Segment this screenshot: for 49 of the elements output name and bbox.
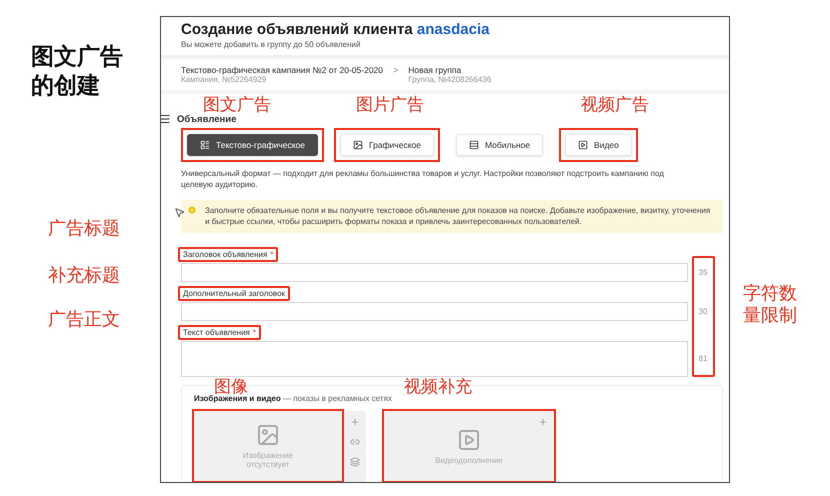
- breadcrumb-link[interactable]: Новая группа: [408, 65, 492, 75]
- input-field[interactable]: [181, 302, 688, 321]
- add-icon[interactable]: [350, 417, 360, 427]
- image-icon: [352, 140, 363, 150]
- add-icon[interactable]: [538, 417, 548, 427]
- breadcrumb-meta: Группа, №4208266436: [408, 75, 492, 84]
- ad-type-tab[interactable]: Мобильное: [456, 134, 544, 156]
- format-description: Универсальный формат — подходит для рекламы большинства товаров и услуг. Настройки позволяют подстроить кампанию под целевую аудиторию.: [181, 168, 665, 190]
- media-title: Изображения и видео — показы в рекламных сетях: [194, 394, 393, 403]
- play-icon: [457, 428, 481, 452]
- link-icon[interactable]: [350, 437, 360, 447]
- list-icon: [200, 140, 210, 150]
- image-icon: [256, 423, 280, 447]
- annotation-label: 广告标题: [48, 218, 120, 240]
- ad-type-tab[interactable]: Текстово-графическое: [187, 134, 318, 156]
- rows-icon: [468, 140, 479, 150]
- field-label: Заголовок объявления *: [178, 247, 278, 262]
- notice-text: Заполните обязательные поля и вы получите текстовое объявление для показов на поиске. Добавьте изображение, визитку, уточнения и быстрые ссылки, чтобы расширить форматы показа и привлечь заинтересованных пользователей.: [205, 205, 712, 227]
- annotation-label: 补充标题: [48, 265, 120, 287]
- section-title: Объявление: [177, 114, 236, 124]
- annotation-label: 字符数量限制: [743, 283, 798, 326]
- annotation-label: 视频广告: [581, 96, 650, 113]
- breadcrumb-separator: >: [393, 65, 398, 75]
- ad-type-tab[interactable]: Графическое: [340, 134, 434, 156]
- char-counter: 81: [698, 354, 708, 363]
- card-caption: Изображение отсутствует: [242, 451, 294, 469]
- annotation-label: 视频补充: [404, 378, 472, 395]
- field-label: Текст объявления *: [178, 325, 261, 340]
- ad-type-tab[interactable]: Видео: [565, 134, 632, 156]
- char-counter: 35: [698, 268, 708, 276]
- layers-icon[interactable]: [350, 457, 360, 467]
- info-icon: [187, 205, 197, 215]
- card-caption: Видеодополнение: [434, 456, 504, 464]
- text-area[interactable]: [181, 341, 688, 377]
- annotation-label: 图像: [214, 378, 248, 395]
- play-icon: [578, 140, 588, 150]
- annotation-label: 图片广告: [356, 96, 424, 113]
- char-counter: 30: [698, 306, 708, 316]
- cursor-icon: [174, 207, 185, 218]
- page-title: Создание объявлений клиента anasdacia: [181, 20, 490, 40]
- menu-icon[interactable]: [161, 113, 171, 125]
- input-field[interactable]: [181, 263, 688, 282]
- annotation-label: 图文广告: [203, 96, 271, 113]
- field-label: Дополнительный заголовок: [178, 286, 290, 301]
- breadcrumb-meta: Кампания, №52264929: [181, 75, 268, 84]
- slide-title: 图文广告的创建: [31, 42, 124, 100]
- page-subtitle: Вы можете добавить в группу до 50 объявлений: [181, 40, 362, 49]
- annotation-label: 广告正文: [48, 308, 120, 330]
- breadcrumb-link[interactable]: Текстово-графическая кампания №2 от 20-05-2020: [181, 65, 384, 75]
